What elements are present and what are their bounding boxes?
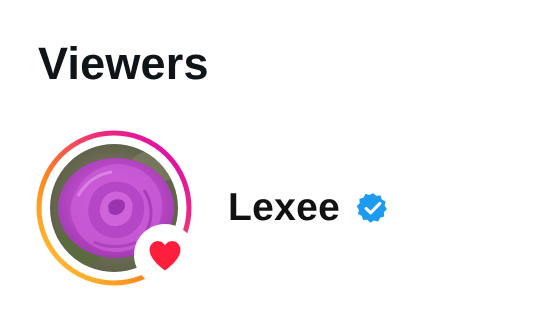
viewer-list-item[interactable]: Lexee xyxy=(36,130,506,292)
reaction-badge xyxy=(134,224,196,286)
viewer-username[interactable]: Lexee xyxy=(228,184,340,232)
heart-icon xyxy=(149,241,181,271)
avatar[interactable] xyxy=(36,130,196,286)
verified-badge-icon xyxy=(356,193,387,223)
page-title: Viewers xyxy=(38,38,209,89)
viewer-name-group: Lexee xyxy=(228,184,390,232)
